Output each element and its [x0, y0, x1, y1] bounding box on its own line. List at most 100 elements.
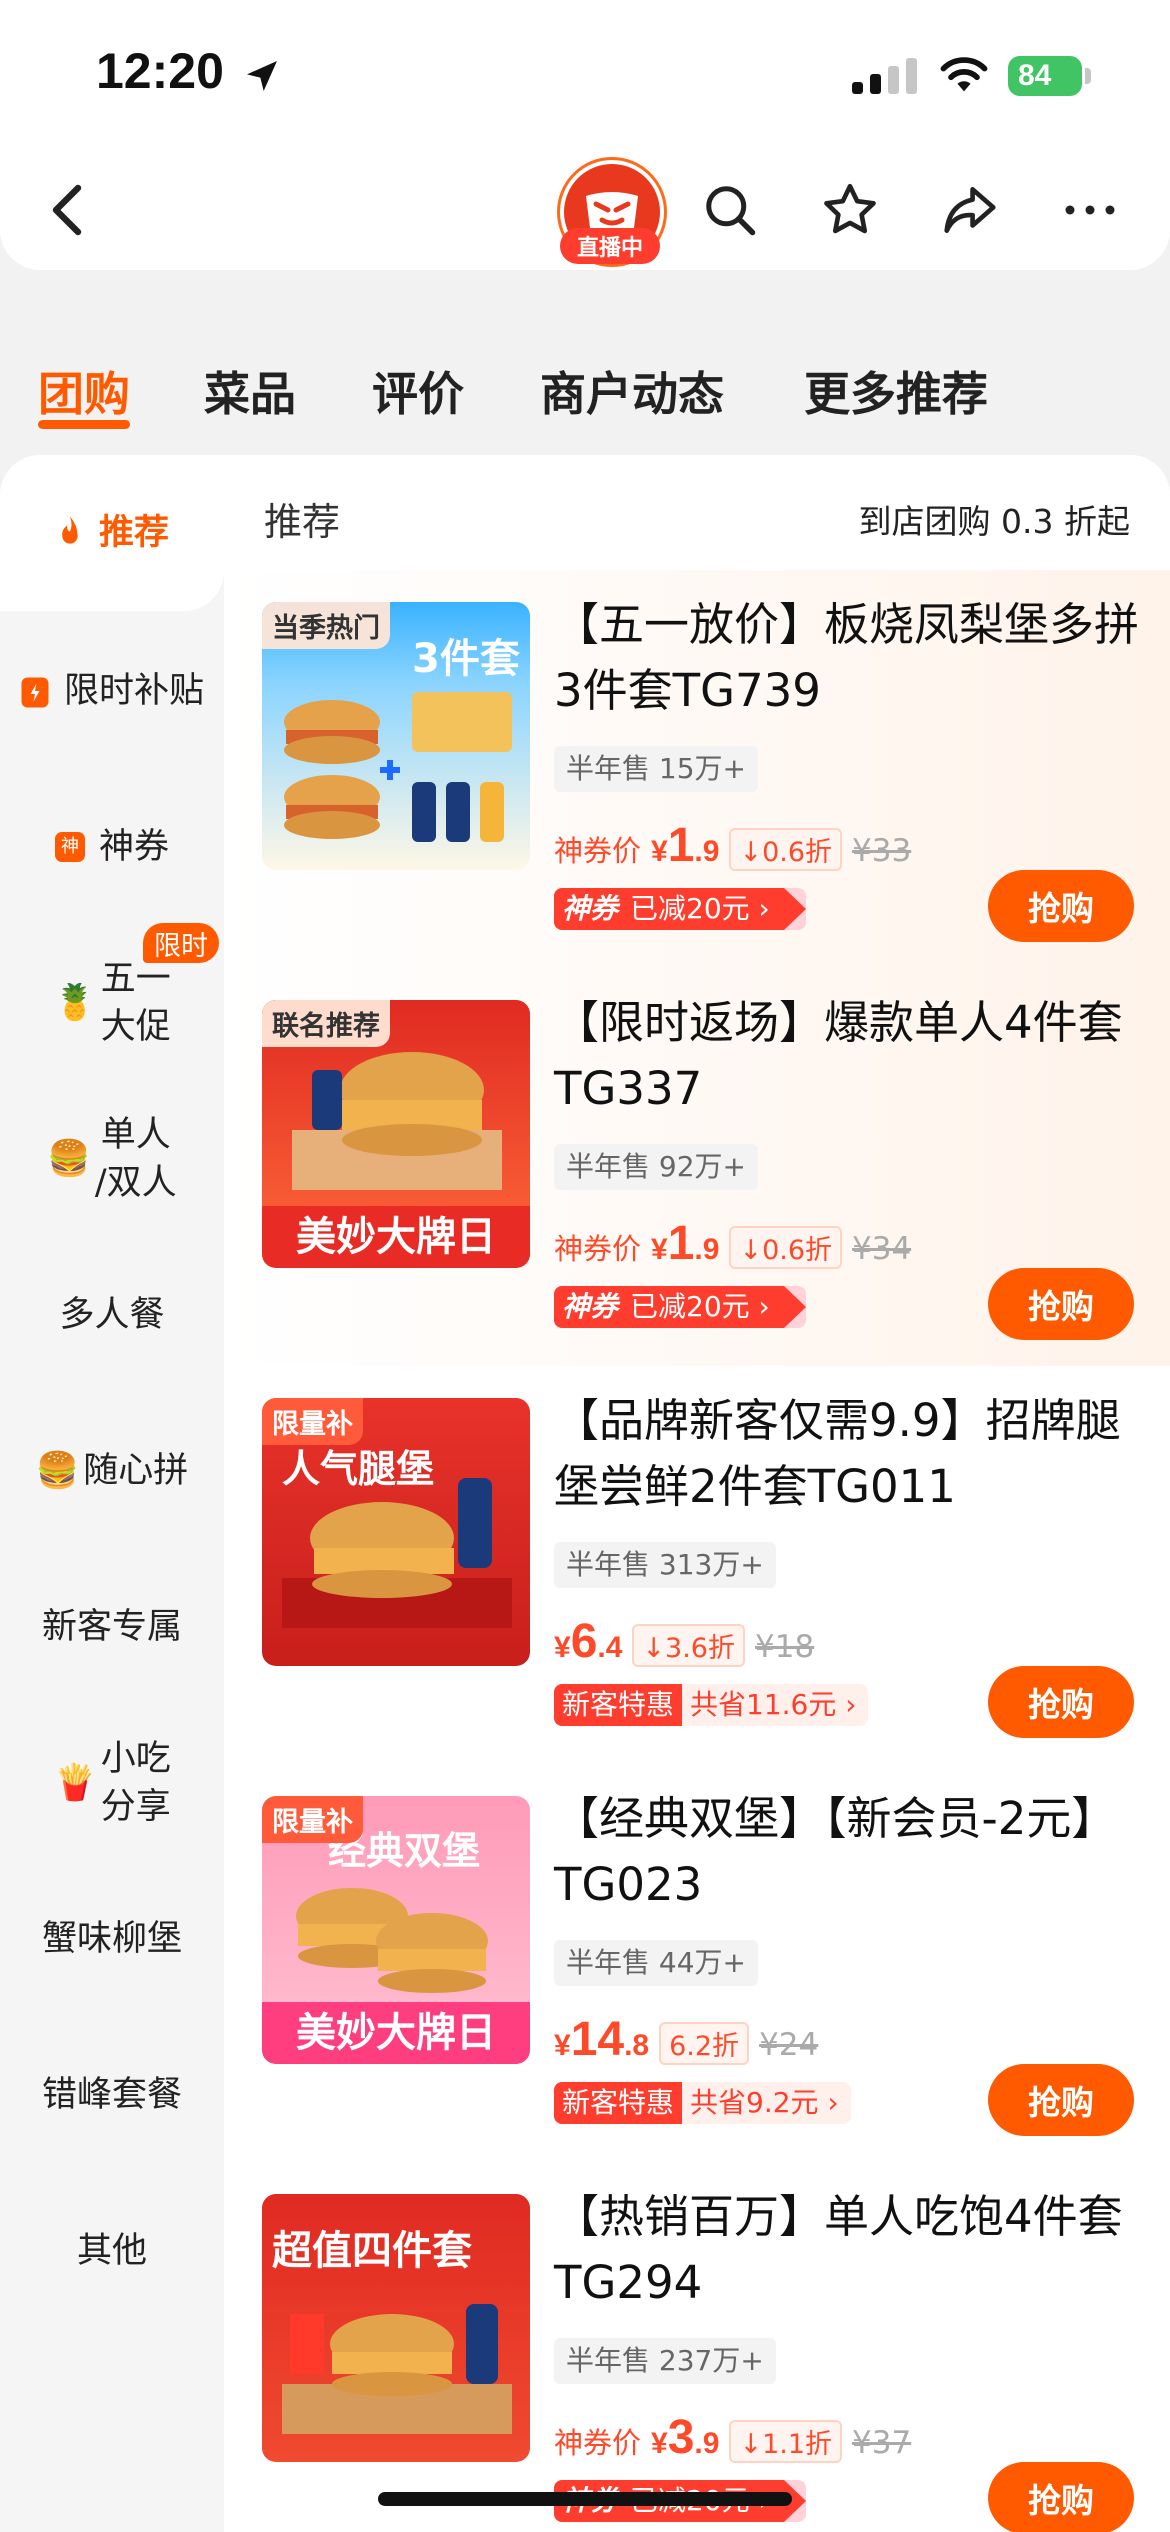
back-button[interactable] [28, 170, 108, 250]
discount-badge: ↓0.6折 [729, 1226, 843, 1269]
sidebar-item-label: 推荐 [98, 513, 169, 553]
sidebar-item-label: 随心拼 [83, 1451, 189, 1491]
down-arrow-icon: ↓ [642, 1633, 666, 1664]
price: ¥1.9 [651, 1217, 720, 1270]
tab-bar: 团购 菜品 评价 商户动态 更多推荐 [0, 270, 1170, 460]
sidebar-item-label: 多人餐 [59, 1295, 165, 1335]
thumb-banner: 美妙大牌日 [262, 2002, 530, 2064]
tab-more-recommend[interactable]: 更多推荐 [804, 358, 988, 424]
sales-count: 半年售 313万+ [554, 1542, 776, 1588]
original-price: ¥34 [852, 1231, 912, 1267]
thumb-banner: 美妙大牌日 [262, 1206, 530, 1268]
search-button[interactable] [690, 170, 770, 250]
thumb-tag: 限量补 [262, 1398, 363, 1445]
subsidy-icon [21, 677, 49, 708]
thumb-tag: 联名推荐 [262, 1000, 390, 1047]
cellular-signal-icon [852, 58, 917, 94]
new-customer-badge[interactable]: 新客特惠 共省9.2元 › [554, 2082, 851, 2124]
section-subtitle: 到店团购 0.3 折起 [858, 502, 1130, 541]
product-image: 人气腿堡 限量补 [262, 1398, 530, 1666]
product-card[interactable]: 经典双堡 限量补 美妙大牌日 【经典双堡】【新会员-2元】TG023 半年售 4… [224, 1764, 1170, 2162]
fries-icon: 🍟 [53, 1763, 97, 1803]
original-price: ¥33 [852, 833, 912, 869]
product-card[interactable]: 联名推荐 美妙大牌日 【限时返场】爆款单人4件套TG337 半年售 92万+ 神… [224, 968, 1170, 1366]
category-sidebar: 推荐 限时补贴 神 神券 限时 🍍 五一 大促 🍔 单人 /双人 多人餐 🍔 随… [0, 455, 224, 2532]
product-image: 3件套 当季热门 [262, 602, 530, 870]
tab-dishes[interactable]: 菜品 [204, 358, 296, 424]
price: ¥3.9 [651, 2411, 720, 2464]
price-row: ¥6.4 ↓3.6折 ¥18 [554, 1614, 814, 1669]
status-time: 12:20 [96, 43, 224, 99]
buy-button[interactable]: 抢购 [988, 2462, 1134, 2532]
sidebar-item-coupon[interactable]: 神 神券 [0, 769, 224, 925]
share-button[interactable] [930, 170, 1010, 250]
fire-icon [62, 516, 78, 544]
product-card[interactable]: 人气腿堡 限量补 【品牌新客仅需9.9】招牌腿堡尝鲜2件套TG011 半年售 3… [224, 1366, 1170, 1764]
new-customer-badge[interactable]: 新客特惠 共省11.6元 › [554, 1684, 869, 1726]
thumb-tag: 限量补 [262, 1796, 363, 1843]
sales-count: 半年售 44万+ [554, 1940, 758, 1986]
sidebar-item-label: 小吃 分享 [100, 1739, 171, 1827]
sidebar-item-label: 新客专属 [41, 1607, 182, 1647]
discount-badge: ↓3.6折 [632, 1624, 745, 1667]
tab-reviews[interactable]: 评价 [372, 358, 464, 424]
sidebar-item-free-combo[interactable]: 🍔 随心拼 [0, 1393, 224, 1549]
coupon-badge[interactable]: 神券 已减20元 › [554, 888, 806, 930]
coupon-badge[interactable]: 神券 已减20元 › [554, 1286, 806, 1328]
sales-count: 半年售 15万+ [554, 746, 758, 792]
more-dots-icon [1065, 205, 1115, 215]
down-arrow-icon: ↓ [739, 837, 763, 868]
sidebar-item-off-peak[interactable]: 错峰套餐 [0, 2017, 224, 2173]
sidebar-item-label: 蟹味柳堡 [41, 1919, 182, 1959]
tab-group-buy[interactable]: 团购 [38, 358, 130, 424]
product-image: 联名推荐 美妙大牌日 [262, 1000, 530, 1268]
down-arrow-icon: ↓ [739, 1235, 763, 1266]
tab-merchant-news[interactable]: 商户动态 [540, 358, 724, 424]
buy-button[interactable]: 抢购 [988, 1268, 1134, 1340]
sidebar-item-label: 神券 [98, 827, 169, 867]
coupon-icon: 神 [54, 832, 85, 862]
burger-icon: 🍔 [35, 1451, 80, 1491]
sidebar-item-group-meal[interactable]: 多人餐 [0, 1237, 224, 1393]
content-panel: 推荐 限时补贴 神 神券 限时 🍍 五一 大促 🍔 单人 /双人 多人餐 🍔 随… [0, 455, 1170, 2532]
sidebar-item-crab-burger[interactable]: 蟹味柳堡 [0, 1861, 224, 2017]
sidebar-item-recommend[interactable]: 推荐 [0, 455, 224, 611]
buy-button[interactable]: 抢购 [988, 870, 1134, 942]
product-card[interactable]: 3件套 当季热门 【五一放价】板烧凤梨堡多拼3件套TG739 半年售 15万+ … [224, 570, 1170, 968]
buy-button[interactable]: 抢购 [988, 2064, 1134, 2136]
sidebar-item-label: 单人 /双人 [94, 1115, 177, 1203]
top-nav-bar: 直播中 [0, 150, 1170, 270]
product-image: 超值四件套 [262, 2194, 530, 2462]
product-card[interactable]: 超值四件套 【热销百万】单人吃饱4件套TG294 半年售 237万+ 神券价 ¥… [224, 2162, 1170, 2532]
sidebar-item-subsidy[interactable]: 限时补贴 [0, 613, 224, 769]
star-icon [824, 183, 876, 234]
discount-badge: ↓0.6折 [729, 828, 843, 871]
favorite-button[interactable] [810, 170, 890, 250]
active-tab-indicator [38, 420, 130, 429]
buy-button[interactable]: 抢购 [988, 1666, 1134, 1738]
original-price: ¥24 [759, 2027, 819, 2063]
product-title: 【限时返场】爆款单人4件套TG337 [554, 996, 1123, 1115]
sidebar-item-new-customer[interactable]: 新客专属 [0, 1549, 224, 1705]
wifi-icon [940, 57, 988, 92]
sidebar-item-label: 五一 大促 [100, 959, 171, 1047]
discount-badge: 6.2折 [659, 2022, 750, 2065]
home-indicator[interactable] [378, 2492, 792, 2506]
product-title: 【经典双堡】【新会员-2元】TG023 [554, 1792, 1117, 1911]
sales-count: 半年售 237万+ [554, 2338, 776, 2384]
product-title: 【热销百万】单人吃饱4件套TG294 [554, 2190, 1123, 2309]
burger-icon: 🍔 [47, 1139, 91, 1179]
down-arrow-icon: ↓ [739, 2429, 763, 2460]
sidebar-item-may-day[interactable]: 🍍 五一 大促 [0, 925, 224, 1081]
sidebar-item-single-double[interactable]: 🍔 单人 /双人 [0, 1081, 224, 1237]
more-button[interactable] [1050, 170, 1130, 250]
price-row: 神券价 ¥1.9 ↓0.6折 ¥34 [554, 1216, 911, 1271]
sidebar-item-snacks[interactable]: 🍟 小吃 分享 [0, 1705, 224, 1861]
sidebar-item-other[interactable]: 其他 [0, 2173, 224, 2329]
battery-indicator: 84 [1008, 56, 1082, 96]
discount-badge: ↓1.1折 [729, 2420, 843, 2463]
section-title: 推荐 [264, 500, 341, 544]
price-label: 神券价 [554, 1232, 642, 1266]
price-row: ¥14.8 6.2折 ¥24 [554, 2012, 818, 2067]
original-price: ¥18 [755, 1629, 815, 1665]
